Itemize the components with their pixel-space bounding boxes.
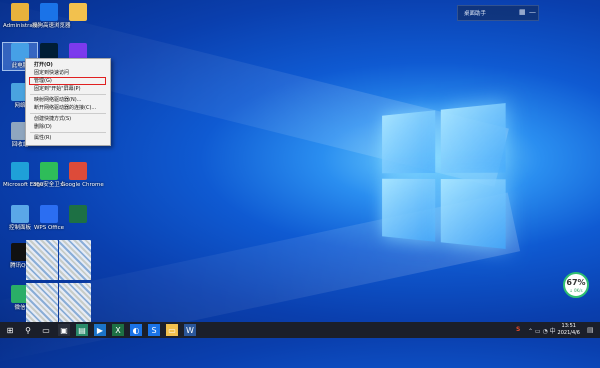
- network-speed-meter[interactable]: 67% ↓ 0K/s: [563, 272, 589, 298]
- menu-item[interactable]: 管理(G): [29, 77, 106, 85]
- ime-sogou-icon[interactable]: S: [516, 326, 520, 333]
- user-folder-icon: [11, 3, 29, 21]
- windows-icon: ⊞: [6, 325, 14, 335]
- desktop-icon-label: Google Chrome: [61, 182, 104, 188]
- notification-icon[interactable]: ▤: [587, 326, 595, 334]
- widget-minimize-icon[interactable]: —: [529, 8, 536, 16]
- excel-icon: [69, 205, 87, 223]
- desktop-icon-label: WPS Office: [33, 225, 65, 231]
- folder-icon: [69, 3, 87, 21]
- desktop-icon-label: 搜狗高速浏览器: [32, 23, 71, 29]
- excel-icon[interactable]: X: [112, 324, 124, 336]
- start-button[interactable]: ⊞: [4, 324, 16, 336]
- desktop-icon[interactable]: [61, 205, 95, 225]
- sogou-icon[interactable]: S: [148, 324, 160, 336]
- search-icon: ⚲: [25, 325, 31, 335]
- desktop-icon[interactable]: Google Chrome: [61, 162, 104, 189]
- menu-item[interactable]: 属性(R): [26, 134, 110, 142]
- terminal-icon[interactable]: ▣: [58, 324, 70, 336]
- image-thumbnail[interactable]: [59, 283, 91, 323]
- control-panel-icon: [11, 205, 29, 223]
- menu-item[interactable]: 删除(D): [26, 123, 110, 131]
- image-thumbnail[interactable]: [26, 283, 58, 323]
- word-icon[interactable]: W: [184, 324, 196, 336]
- explorer-icon[interactable]: ▭: [166, 324, 178, 336]
- edge-icon: [11, 162, 29, 180]
- context-menu: 打开(O) 固定到快速访问 管理(G) 固定到"开始"屏幕(P) 映射网络驱动器(N).…: [25, 58, 111, 146]
- menu-separator: [30, 113, 106, 114]
- menu-item[interactable]: 映射网络驱动器(N)...: [26, 96, 110, 104]
- chrome-icon: [69, 162, 87, 180]
- meter-percent: 67%: [566, 278, 586, 287]
- tray-icons[interactable]: ⌃ ▭ ◔ 中: [528, 326, 556, 335]
- menu-item[interactable]: 固定到"开始"屏幕(P): [26, 85, 110, 93]
- image-thumbnail[interactable]: [59, 240, 91, 280]
- browser-icon[interactable]: ◐: [130, 324, 142, 336]
- time: 13:51: [561, 323, 576, 329]
- widget-grid-icon[interactable]: ▦: [519, 8, 526, 16]
- desktop-icon[interactable]: [61, 3, 95, 23]
- search-button[interactable]: ⚲: [22, 324, 34, 336]
- menu-item[interactable]: 固定到快速访问: [26, 69, 110, 77]
- widget-title: 桌面助手: [464, 11, 487, 17]
- media-icon[interactable]: ▶: [94, 324, 106, 336]
- date: 2021/4/6: [557, 330, 580, 336]
- windows-logo-wallpaper: [382, 103, 506, 249]
- wps-icon: [40, 205, 58, 223]
- task-view-icon: ▭: [42, 325, 50, 335]
- menu-separator: [30, 94, 106, 95]
- security-app-icon: [40, 162, 58, 180]
- sogou-browser-icon: [40, 3, 58, 21]
- photos-icon[interactable]: ▤: [76, 324, 88, 336]
- desktop-assistant-widget[interactable]: 桌面助手 ▦ —: [457, 5, 539, 21]
- clock[interactable]: 13:51 2021/4/6: [558, 323, 580, 337]
- taskbar: ⊞ ⚲ ▭ ▣ ▤ ▶ X ◐ S ▭ W S ⌃ ▭ ◔ 中 13:51 2021/4/6 …: [0, 322, 600, 338]
- task-view-button[interactable]: ▭: [40, 324, 52, 336]
- menu-item[interactable]: 断开网络驱动器的连接(C)...: [26, 104, 110, 112]
- menu-item[interactable]: 打开(O): [26, 61, 110, 69]
- image-thumbnail[interactable]: [26, 240, 58, 280]
- menu-item[interactable]: 创建快捷方式(S): [26, 115, 110, 123]
- menu-separator: [30, 132, 106, 133]
- meter-speed: ↓ 0K/s: [569, 288, 583, 293]
